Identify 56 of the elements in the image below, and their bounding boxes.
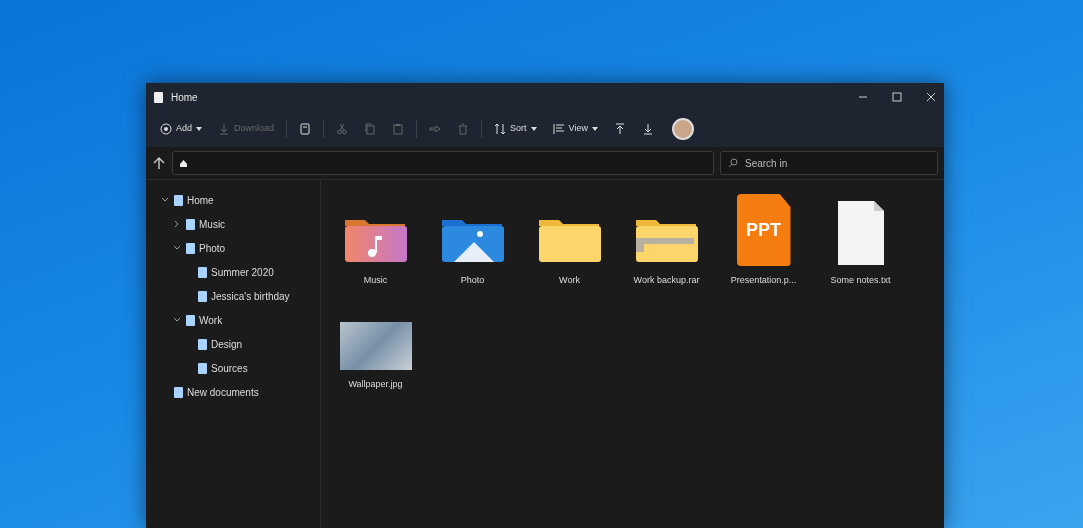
up-arrow-icon[interactable] [152, 156, 166, 170]
file-item[interactable]: Music [327, 192, 424, 288]
text-file-icon [835, 200, 886, 266]
file-item[interactable]: PPT Presentation.p... [715, 192, 812, 288]
toolbar-button[interactable]: Sort [488, 118, 543, 140]
chevron-down-icon[interactable] [173, 245, 181, 251]
folder-icon [198, 266, 207, 278]
tree-item[interactable]: Design [146, 332, 320, 356]
tree-item[interactable]: Summer 2020 [146, 260, 320, 284]
file-item[interactable]: Photo [424, 192, 521, 288]
file-type-label: PPT [746, 218, 781, 242]
add-circle-icon [160, 123, 172, 135]
tree-item[interactable]: Jessica's birthday [146, 284, 320, 308]
tree-item[interactable]: Sources [146, 356, 320, 380]
document-icon [154, 91, 163, 103]
download-icon [641, 123, 654, 135]
chevron-down-icon[interactable] [173, 317, 181, 323]
trash-icon [457, 123, 470, 135]
home-icon [179, 158, 188, 168]
paste-icon [392, 123, 405, 135]
address-field[interactable] [172, 151, 714, 175]
rename-icon [299, 123, 312, 135]
folder-icon [186, 314, 195, 326]
tree-item[interactable]: Photo [146, 236, 320, 260]
tree-item[interactable]: Work [146, 308, 320, 332]
cut-icon [336, 123, 349, 135]
folder-icon [198, 290, 207, 302]
tree-item[interactable]: Home [146, 188, 320, 212]
tree-item[interactable]: New documents [146, 380, 320, 404]
chevron-right-icon[interactable] [174, 220, 180, 228]
folder-icon [186, 242, 195, 254]
chevron-down-icon[interactable] [161, 197, 169, 203]
share-icon [429, 123, 442, 135]
maximize-icon[interactable] [892, 92, 902, 102]
folder-icon [174, 386, 183, 398]
copy-icon [364, 123, 377, 135]
pin-icon [613, 123, 626, 135]
close-icon[interactable] [926, 92, 936, 102]
list-view-icon [552, 123, 565, 135]
window-title: Home [171, 90, 198, 105]
file-item[interactable]: Some notes.txt [812, 192, 909, 288]
sort-icon [494, 123, 507, 135]
avatar[interactable] [671, 118, 694, 140]
file-item[interactable]: Wallpaper.jpg [327, 295, 424, 391]
folder-icon [198, 338, 207, 350]
folder-icon [174, 194, 183, 206]
download-icon [218, 123, 230, 135]
file-item[interactable]: Work backup.rar [618, 192, 715, 288]
search-field[interactable]: Search in [720, 151, 938, 175]
file-item[interactable]: Work [521, 192, 618, 288]
tree-item[interactable]: Music [146, 212, 320, 236]
folder-icon [198, 362, 207, 374]
toolbar-button[interactable]: Add [154, 118, 208, 140]
folder-icon [186, 218, 195, 230]
toolbar-button[interactable]: View [546, 118, 604, 140]
search-icon [728, 158, 738, 168]
